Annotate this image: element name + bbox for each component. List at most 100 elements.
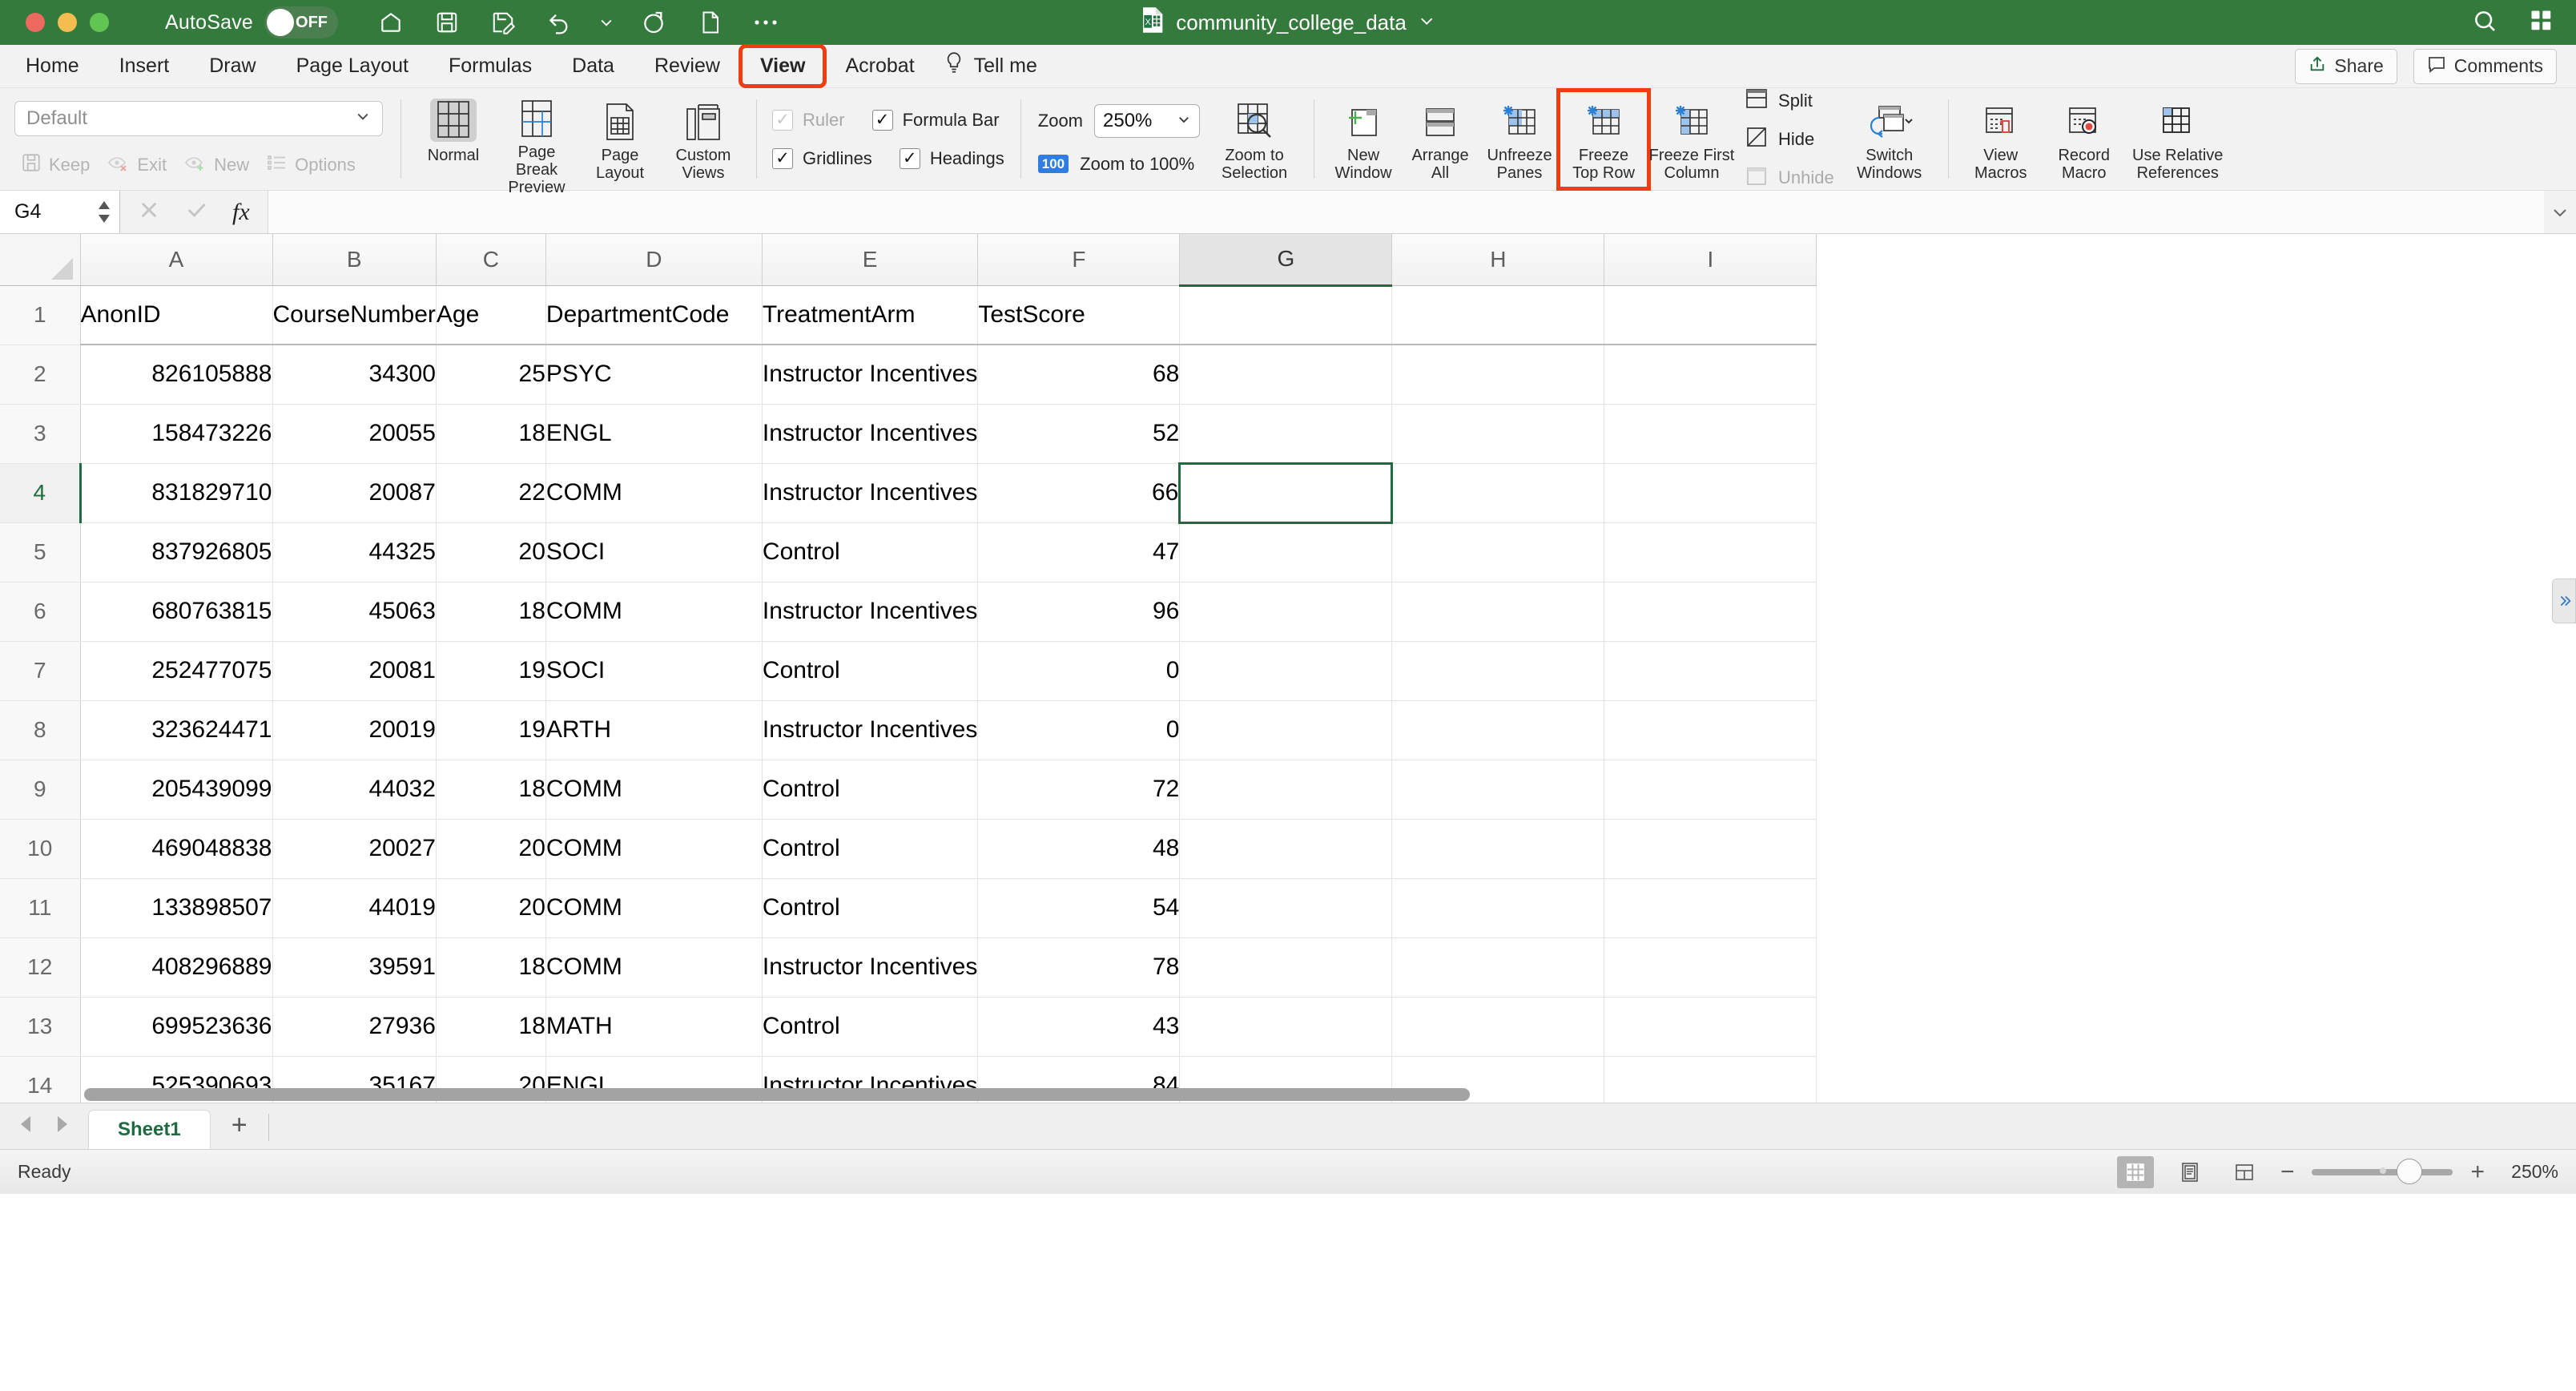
cell-G1[interactable] — [1179, 285, 1393, 345]
close-window-button[interactable] — [26, 13, 45, 32]
cell-A5[interactable]: 837926805 — [80, 522, 273, 583]
cell-A12[interactable]: 408296889 — [80, 937, 273, 998]
tab-formulas[interactable]: Formulas — [431, 48, 549, 84]
cell-H3[interactable] — [1391, 404, 1605, 464]
row-header-8[interactable]: 8 — [0, 700, 81, 760]
column-header-A[interactable]: A — [80, 234, 273, 286]
cell-F13[interactable]: 43 — [977, 997, 1181, 1057]
column-header-B[interactable]: B — [272, 234, 437, 286]
custom-views-button[interactable]: Custom Views — [662, 92, 745, 187]
cell-A11[interactable]: 133898507 — [80, 878, 273, 938]
cell-I6[interactable] — [1604, 582, 1817, 642]
cell-I14[interactable] — [1604, 1056, 1817, 1103]
cell-F4[interactable]: 66 — [977, 463, 1181, 523]
cell-I9[interactable] — [1604, 760, 1817, 820]
cell-E7[interactable]: Control — [762, 641, 979, 701]
cell-I7[interactable] — [1604, 641, 1817, 701]
cell-A13[interactable]: 699523636 — [80, 997, 273, 1057]
column-header-I[interactable]: I — [1604, 234, 1817, 286]
cell-B1[interactable]: CourseNumber — [272, 285, 437, 345]
cell-B13[interactable]: 27936 — [272, 997, 437, 1057]
minimize-window-button[interactable] — [58, 13, 77, 32]
cell-I4[interactable] — [1604, 463, 1817, 523]
confirm-icon[interactable] — [184, 199, 208, 225]
cell-A6[interactable]: 680763815 — [80, 582, 273, 642]
formula-bar-checkbox[interactable]: ✓ Formula Bar — [871, 109, 1000, 131]
cell-A4[interactable]: 831829710 — [80, 463, 273, 523]
cell-A10[interactable]: 469048838 — [80, 819, 273, 879]
cell-I12[interactable] — [1604, 937, 1817, 998]
cell-E4[interactable]: Instructor Incentives — [762, 463, 979, 523]
ruler-checkbox[interactable]: ✓ Ruler — [772, 109, 845, 131]
cell-D4[interactable]: COMM — [545, 463, 763, 523]
sheet-view-select[interactable]: Default — [14, 100, 383, 136]
cell-D9[interactable]: COMM — [545, 760, 763, 820]
cell-G13[interactable] — [1179, 997, 1393, 1057]
cell-E6[interactable]: Instructor Incentives — [762, 582, 979, 642]
cell-G5[interactable] — [1179, 522, 1393, 583]
row-header-7[interactable]: 7 — [0, 641, 81, 701]
cell-C2[interactable]: 25 — [436, 345, 546, 405]
sheet-view-options-button[interactable]: Options — [267, 154, 356, 176]
cell-A8[interactable]: 323624471 — [80, 700, 273, 760]
arrange-all-button[interactable]: Arrange All — [1402, 92, 1479, 187]
tell-me-button[interactable]: Tell me — [944, 51, 1037, 81]
home-icon[interactable] — [373, 5, 409, 40]
cell-C6[interactable]: 18 — [436, 582, 546, 642]
cell-E5[interactable]: Control — [762, 522, 979, 583]
normal-view-status-button[interactable] — [2116, 1155, 2154, 1188]
cell-G4[interactable] — [1178, 462, 1394, 524]
gridlines-checkbox[interactable]: ✓ Gridlines — [772, 147, 872, 169]
row-header-12[interactable]: 12 — [0, 937, 81, 998]
cell-E12[interactable]: Instructor Incentives — [762, 937, 979, 998]
row-header-6[interactable]: 6 — [0, 582, 81, 642]
unfreeze-panes-button[interactable]: Unfreeze Panes — [1479, 92, 1560, 187]
cell-D7[interactable]: SOCI — [545, 641, 763, 701]
column-header-H[interactable]: H — [1391, 234, 1605, 286]
tab-draw[interactable]: Draw — [191, 48, 273, 84]
tab-acrobat[interactable]: Acrobat — [827, 48, 932, 84]
autosave-toggle[interactable]: OFF — [264, 6, 339, 38]
zoom-in-button[interactable]: + — [2470, 1159, 2485, 1184]
cell-E13[interactable]: Control — [762, 997, 979, 1057]
tab-home[interactable]: Home — [8, 48, 97, 84]
row-header-3[interactable]: 3 — [0, 404, 81, 464]
cell-F2[interactable]: 68 — [977, 345, 1181, 405]
cell-F7[interactable]: 0 — [977, 641, 1181, 701]
cell-I1[interactable] — [1604, 285, 1817, 345]
cell-B3[interactable]: 20055 — [272, 404, 437, 464]
cell-B11[interactable]: 44019 — [272, 878, 437, 938]
zoom-to-100-button[interactable]: 100 Zoom to 100% — [1037, 154, 1200, 175]
cell-G8[interactable] — [1179, 700, 1393, 760]
cell-G7[interactable] — [1179, 641, 1393, 701]
cell-D1[interactable]: DepartmentCode — [545, 285, 763, 345]
cell-F11[interactable]: 54 — [977, 878, 1181, 938]
split-button[interactable]: Split — [1745, 87, 1834, 115]
cell-B8[interactable]: 20019 — [272, 700, 437, 760]
save-icon[interactable] — [429, 5, 465, 40]
hide-button[interactable]: Hide — [1745, 125, 1834, 154]
cell-C10[interactable]: 20 — [436, 819, 546, 879]
cell-I11[interactable] — [1604, 878, 1817, 938]
cell-F8[interactable]: 0 — [977, 700, 1181, 760]
cell-I10[interactable] — [1604, 819, 1817, 879]
cell-H1[interactable] — [1391, 285, 1605, 345]
row-header-1[interactable]: 1 — [0, 285, 81, 345]
save-as-icon[interactable] — [485, 5, 521, 40]
cell-D5[interactable]: SOCI — [545, 522, 763, 583]
zoom-out-button[interactable]: − — [2280, 1159, 2295, 1184]
zoom-to-selection-button[interactable]: Zoom to Selection — [1206, 92, 1302, 187]
cell-H6[interactable] — [1391, 582, 1605, 642]
cell-A7[interactable]: 252477075 — [80, 641, 273, 701]
cell-B10[interactable]: 20027 — [272, 819, 437, 879]
row-header-10[interactable]: 10 — [0, 819, 81, 879]
cell-A1[interactable]: AnonID — [80, 285, 273, 345]
cell-G10[interactable] — [1179, 819, 1393, 879]
cell-B7[interactable]: 20081 — [272, 641, 437, 701]
sheet-nav-arrows[interactable] — [11, 1115, 88, 1149]
row-header-11[interactable]: 11 — [0, 878, 81, 938]
redo-icon[interactable] — [636, 5, 671, 40]
maximize-window-button[interactable] — [90, 13, 109, 32]
unhide-button[interactable]: Unhide — [1745, 163, 1834, 192]
cell-H7[interactable] — [1391, 641, 1605, 701]
